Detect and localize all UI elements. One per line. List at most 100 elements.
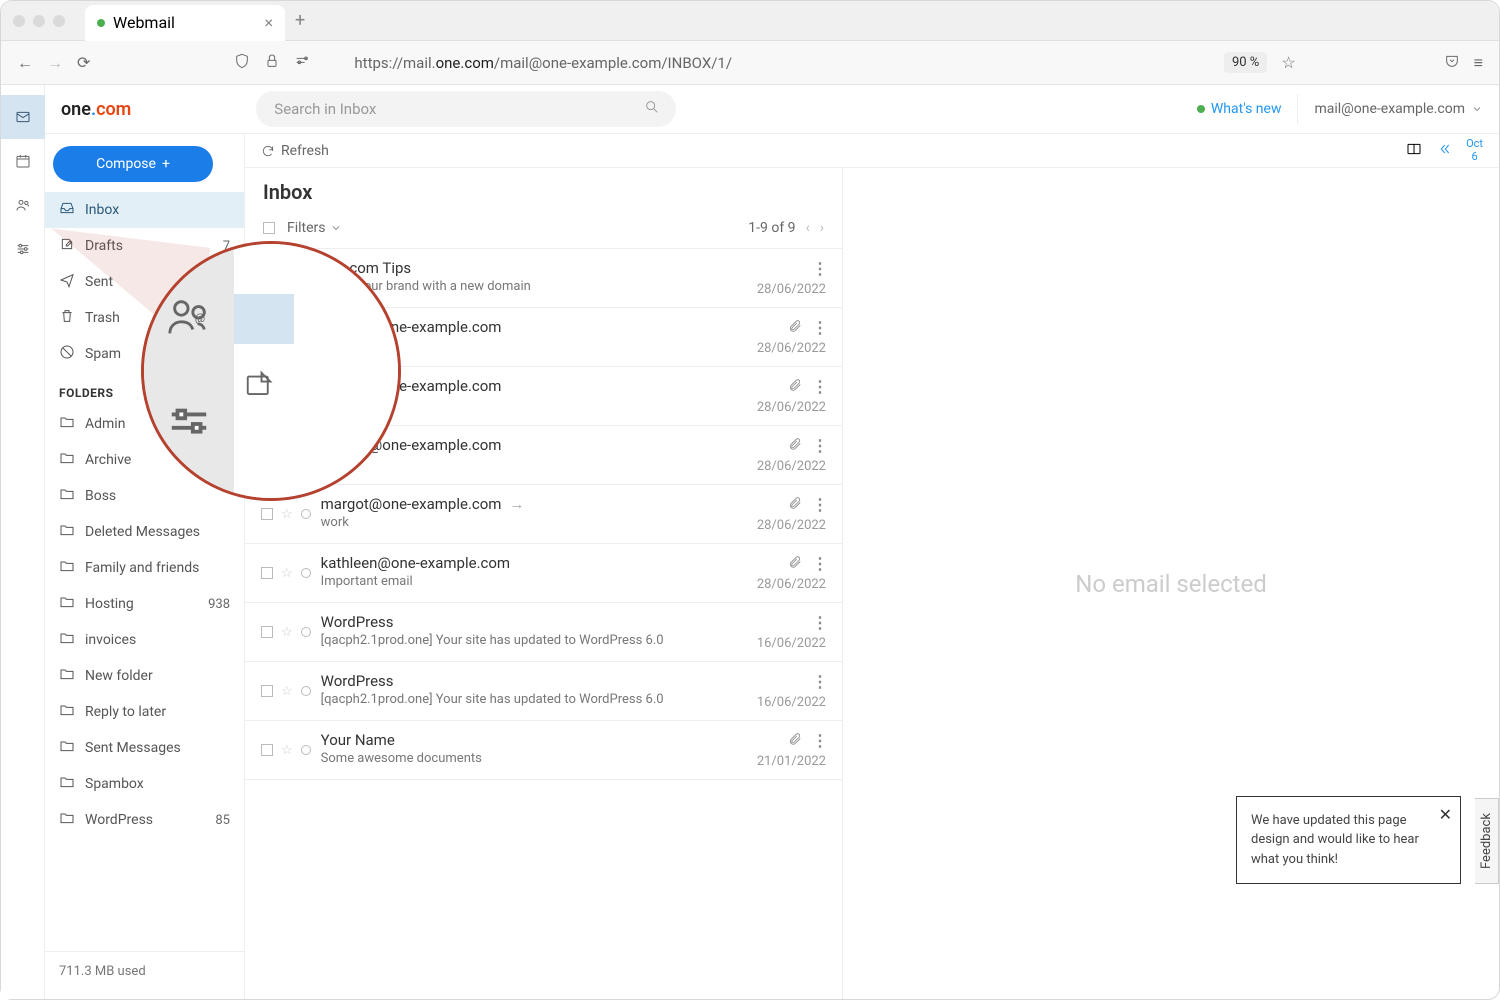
- account-menu[interactable]: mail@one-example.com: [1314, 101, 1483, 117]
- app-header: one.com Search in Inbox What's new mail@…: [45, 85, 1499, 134]
- forward-button[interactable]: →: [47, 53, 63, 73]
- url-field[interactable]: https://mail.one.com/mail@one-example.co…: [354, 54, 1210, 72]
- search-icon[interactable]: [644, 99, 660, 119]
- unread-dot-icon[interactable]: [301, 509, 311, 519]
- message-checkbox[interactable]: [261, 626, 273, 638]
- bookmark-star-icon[interactable]: ☆: [1281, 53, 1295, 72]
- sidebar-item-inbox[interactable]: Inbox: [45, 192, 244, 228]
- layout-toggle[interactable]: [1406, 141, 1422, 161]
- contacts-icon: @: [166, 295, 212, 341]
- prev-page-button[interactable]: ‹: [806, 220, 810, 236]
- message-menu-button[interactable]: ⋮: [812, 554, 826, 573]
- folder-icon: [59, 594, 75, 614]
- logo[interactable]: one.com: [61, 99, 131, 120]
- star-icon[interactable]: ☆: [281, 743, 293, 758]
- app-menu-button[interactable]: ≡: [1474, 53, 1483, 73]
- settings-sliders-icon: [166, 401, 212, 447]
- filters-button[interactable]: Filters: [287, 220, 342, 236]
- message-from: kathleen@one-example.com: [321, 554, 726, 572]
- message-from: WordPress: [321, 613, 726, 631]
- message-row[interactable]: ☆ Your Name Some awesome documents ⋮ 21/…: [245, 721, 842, 780]
- message-menu-button[interactable]: ⋮: [812, 672, 826, 691]
- unread-dot-icon[interactable]: [301, 568, 311, 578]
- folder-item[interactable]: invoices: [45, 622, 244, 658]
- storage-used: 711.3 MB used: [45, 951, 244, 991]
- message-menu-button[interactable]: ⋮: [812, 731, 826, 750]
- refresh-button[interactable]: Refresh: [261, 143, 329, 159]
- folder-icon: [59, 702, 75, 722]
- whats-new-link[interactable]: What's new: [1197, 101, 1282, 117]
- folder-item[interactable]: Deleted Messages: [45, 514, 244, 550]
- message-row[interactable]: ☆ WordPress [qacph2.1prod.one] Your site…: [245, 603, 842, 662]
- folder-icon: [59, 810, 75, 830]
- search-placeholder: Search in Inbox: [274, 100, 376, 118]
- folder-icon: [59, 450, 75, 470]
- rail-settings[interactable]: [1, 227, 45, 271]
- feedback-tab[interactable]: Feedback: [1475, 798, 1499, 884]
- close-icon[interactable]: ✕: [1439, 803, 1452, 827]
- svg-text:@: @: [195, 311, 205, 325]
- select-all-checkbox[interactable]: [263, 222, 275, 234]
- unread-dot-icon[interactable]: [301, 745, 311, 755]
- folder-icon: [59, 774, 75, 794]
- folder-item[interactable]: Family and friends: [45, 550, 244, 586]
- attachment-icon: [788, 496, 802, 514]
- message-menu-button[interactable]: ⋮: [812, 436, 826, 455]
- list-toolbar: Refresh Oct6: [245, 134, 1499, 168]
- date-indicator[interactable]: Oct6: [1466, 138, 1483, 162]
- message-checkbox[interactable]: [261, 567, 273, 579]
- tab-title: Webmail: [113, 13, 175, 32]
- folder-item[interactable]: WordPress85: [45, 802, 244, 838]
- tab-close-button[interactable]: ×: [264, 13, 273, 32]
- rail-contacts[interactable]: [1, 183, 45, 227]
- pocket-icon[interactable]: [1444, 53, 1460, 73]
- folder-item[interactable]: New folder: [45, 658, 244, 694]
- message-checkbox[interactable]: [261, 508, 273, 520]
- star-icon[interactable]: ☆: [281, 507, 293, 522]
- message-menu-button[interactable]: ⋮: [812, 318, 826, 337]
- zoom-indicator[interactable]: 90 %: [1224, 52, 1267, 73]
- message-checkbox[interactable]: [261, 744, 273, 756]
- feedback-popup: ✕ We have updated this page design and w…: [1236, 796, 1461, 885]
- collapse-button[interactable]: [1436, 141, 1452, 161]
- message-menu-button[interactable]: ⋮: [812, 613, 826, 632]
- folder-item[interactable]: Hosting938: [45, 586, 244, 622]
- new-tab-button[interactable]: +: [295, 10, 305, 31]
- unread-dot-icon[interactable]: [301, 627, 311, 637]
- message-row[interactable]: ☆ WordPress [qacph2.1prod.one] Your site…: [245, 662, 842, 721]
- magnifier-callout: @: [141, 241, 401, 501]
- star-icon[interactable]: ☆: [281, 566, 293, 581]
- message-menu-button[interactable]: ⋮: [812, 259, 826, 278]
- message-menu-button[interactable]: ⋮: [812, 495, 826, 514]
- message-date: 28/06/2022: [757, 341, 826, 356]
- message-date: 28/06/2022: [757, 400, 826, 415]
- browser-tab[interactable]: Webmail ×: [85, 5, 285, 41]
- no-selection-text: No email selected: [1075, 570, 1267, 598]
- rail-mail[interactable]: [1, 95, 45, 139]
- unread-dot-icon[interactable]: [301, 686, 311, 696]
- message-menu-button[interactable]: ⋮: [812, 377, 826, 396]
- folder-item[interactable]: Spambox: [45, 766, 244, 802]
- message-date: 28/06/2022: [757, 459, 826, 474]
- compose-button[interactable]: Compose+: [53, 146, 213, 182]
- reload-button[interactable]: ⟳: [77, 53, 90, 72]
- rail-calendar[interactable]: [1, 139, 45, 183]
- folder-item[interactable]: Sent Messages: [45, 730, 244, 766]
- next-page-button[interactable]: ›: [820, 220, 824, 236]
- search-input[interactable]: Search in Inbox: [256, 91, 676, 127]
- shield-icon[interactable]: [234, 53, 250, 73]
- window-controls[interactable]: [13, 15, 65, 27]
- attachment-icon: [788, 319, 802, 337]
- list-title: Inbox: [263, 180, 824, 204]
- star-icon[interactable]: ☆: [281, 625, 293, 640]
- back-button[interactable]: ←: [17, 53, 33, 73]
- message-date: 28/06/2022: [757, 577, 826, 592]
- folder-item[interactable]: Reply to later: [45, 694, 244, 730]
- message-checkbox[interactable]: [261, 685, 273, 697]
- message-row[interactable]: ☆ kathleen@one-example.com Important ema…: [245, 544, 842, 603]
- status-dot-icon: [1197, 105, 1205, 113]
- permissions-icon[interactable]: [294, 53, 310, 73]
- star-icon[interactable]: ☆: [281, 684, 293, 699]
- message-date: 28/06/2022: [757, 518, 826, 533]
- folder-icon: [59, 666, 75, 686]
